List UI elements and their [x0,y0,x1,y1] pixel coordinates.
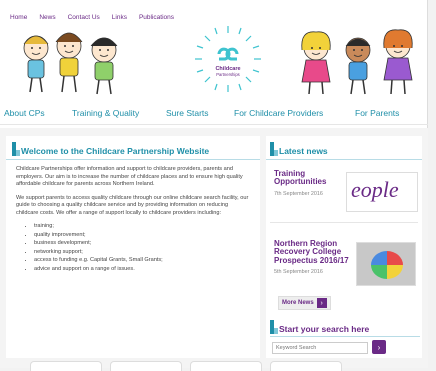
welcome-panel: Welcome to the Childcare Partnership Web… [6,136,260,358]
list-item: training; [34,223,250,231]
main-nav-about[interactable]: About CPs [4,108,45,118]
thumbnail-text: eople [351,177,399,202]
main-nav-providers[interactable]: For Childcare Providers [234,108,323,118]
news-item-title[interactable]: Training Opportunities [274,169,344,187]
colorful-head-image [371,251,403,279]
footer-tabs [30,361,342,371]
main-nav-parents[interactable]: For Parents [355,108,399,118]
top-nav-contact[interactable]: Contact Us [68,14,100,21]
kids-illustration-right [301,29,413,95]
news-thumbnail-1[interactable]: eople [346,172,418,212]
news-item-1[interactable]: Training Opportunities 7th September 201… [274,169,344,197]
news-item-2[interactable]: Northern Region Recovery College Prospec… [274,239,352,276]
news-item-date: 7th September 2016 [274,190,323,197]
top-nav-links[interactable]: Links [112,14,127,21]
logo-line2: Partnerships [216,72,240,77]
main-nav-sure-starts[interactable]: Sure Starts [166,108,209,118]
top-nav-publications[interactable]: Publications [139,14,174,21]
top-nav-home[interactable]: Home [10,14,27,21]
more-news-label: More News [282,300,314,306]
list-item: quality improvement; [34,232,250,240]
top-nav: Home News Contact Us Links Publications [10,14,174,21]
main-nav-training[interactable]: Training & Quality [72,108,139,118]
nav-divider [0,124,428,125]
news-header: Latest news [266,136,422,160]
section-bar-icon [270,142,278,156]
kids-illustration-left [23,32,118,95]
section-bar-icon [270,320,278,334]
arrow-right-icon: › [316,298,327,308]
welcome-header: Welcome to the Childcare Partnership Web… [6,136,260,160]
footer-tab[interactable] [110,361,182,371]
page: Home News Contact Us Links Publications [0,0,428,371]
list-item: access to funding e.g. Capital Grants, S… [34,257,250,265]
top-nav-news[interactable]: News [39,14,55,21]
welcome-body: Childcare Partnerships offer information… [6,160,260,274]
news-item-date: 5th September 2016 [274,269,323,276]
search-title: Start your search here [279,324,370,334]
childcare-partnerships-logo[interactable]: Childcare Partnerships [193,24,263,94]
welcome-title: Welcome to the Childcare Partnership Web… [21,146,210,156]
welcome-para-1: Childcare Partnerships offer information… [16,166,243,188]
list-item: advice and support on a range of issues. [34,266,250,274]
search-header: Start your search here [270,320,420,337]
list-item: business development; [34,240,250,248]
support-list: training; quality improvement; business … [16,223,250,273]
footer-tab[interactable] [270,361,342,371]
keyword-search-input[interactable] [272,342,368,354]
footer-tab[interactable] [190,361,262,371]
section-bar-icon [12,142,20,156]
more-news-button[interactable]: More News › [278,296,331,310]
welcome-para-2: We support parents to access quality chi… [16,194,249,216]
search-submit-button[interactable]: › [372,340,386,354]
footer-tab[interactable] [30,361,102,371]
news-title: Latest news [279,146,328,156]
news-divider [270,222,418,223]
news-thumbnail-2[interactable] [356,242,416,286]
list-item: networking support; [34,249,250,257]
news-item-title[interactable]: Northern Region Recovery College Prospec… [274,239,352,265]
